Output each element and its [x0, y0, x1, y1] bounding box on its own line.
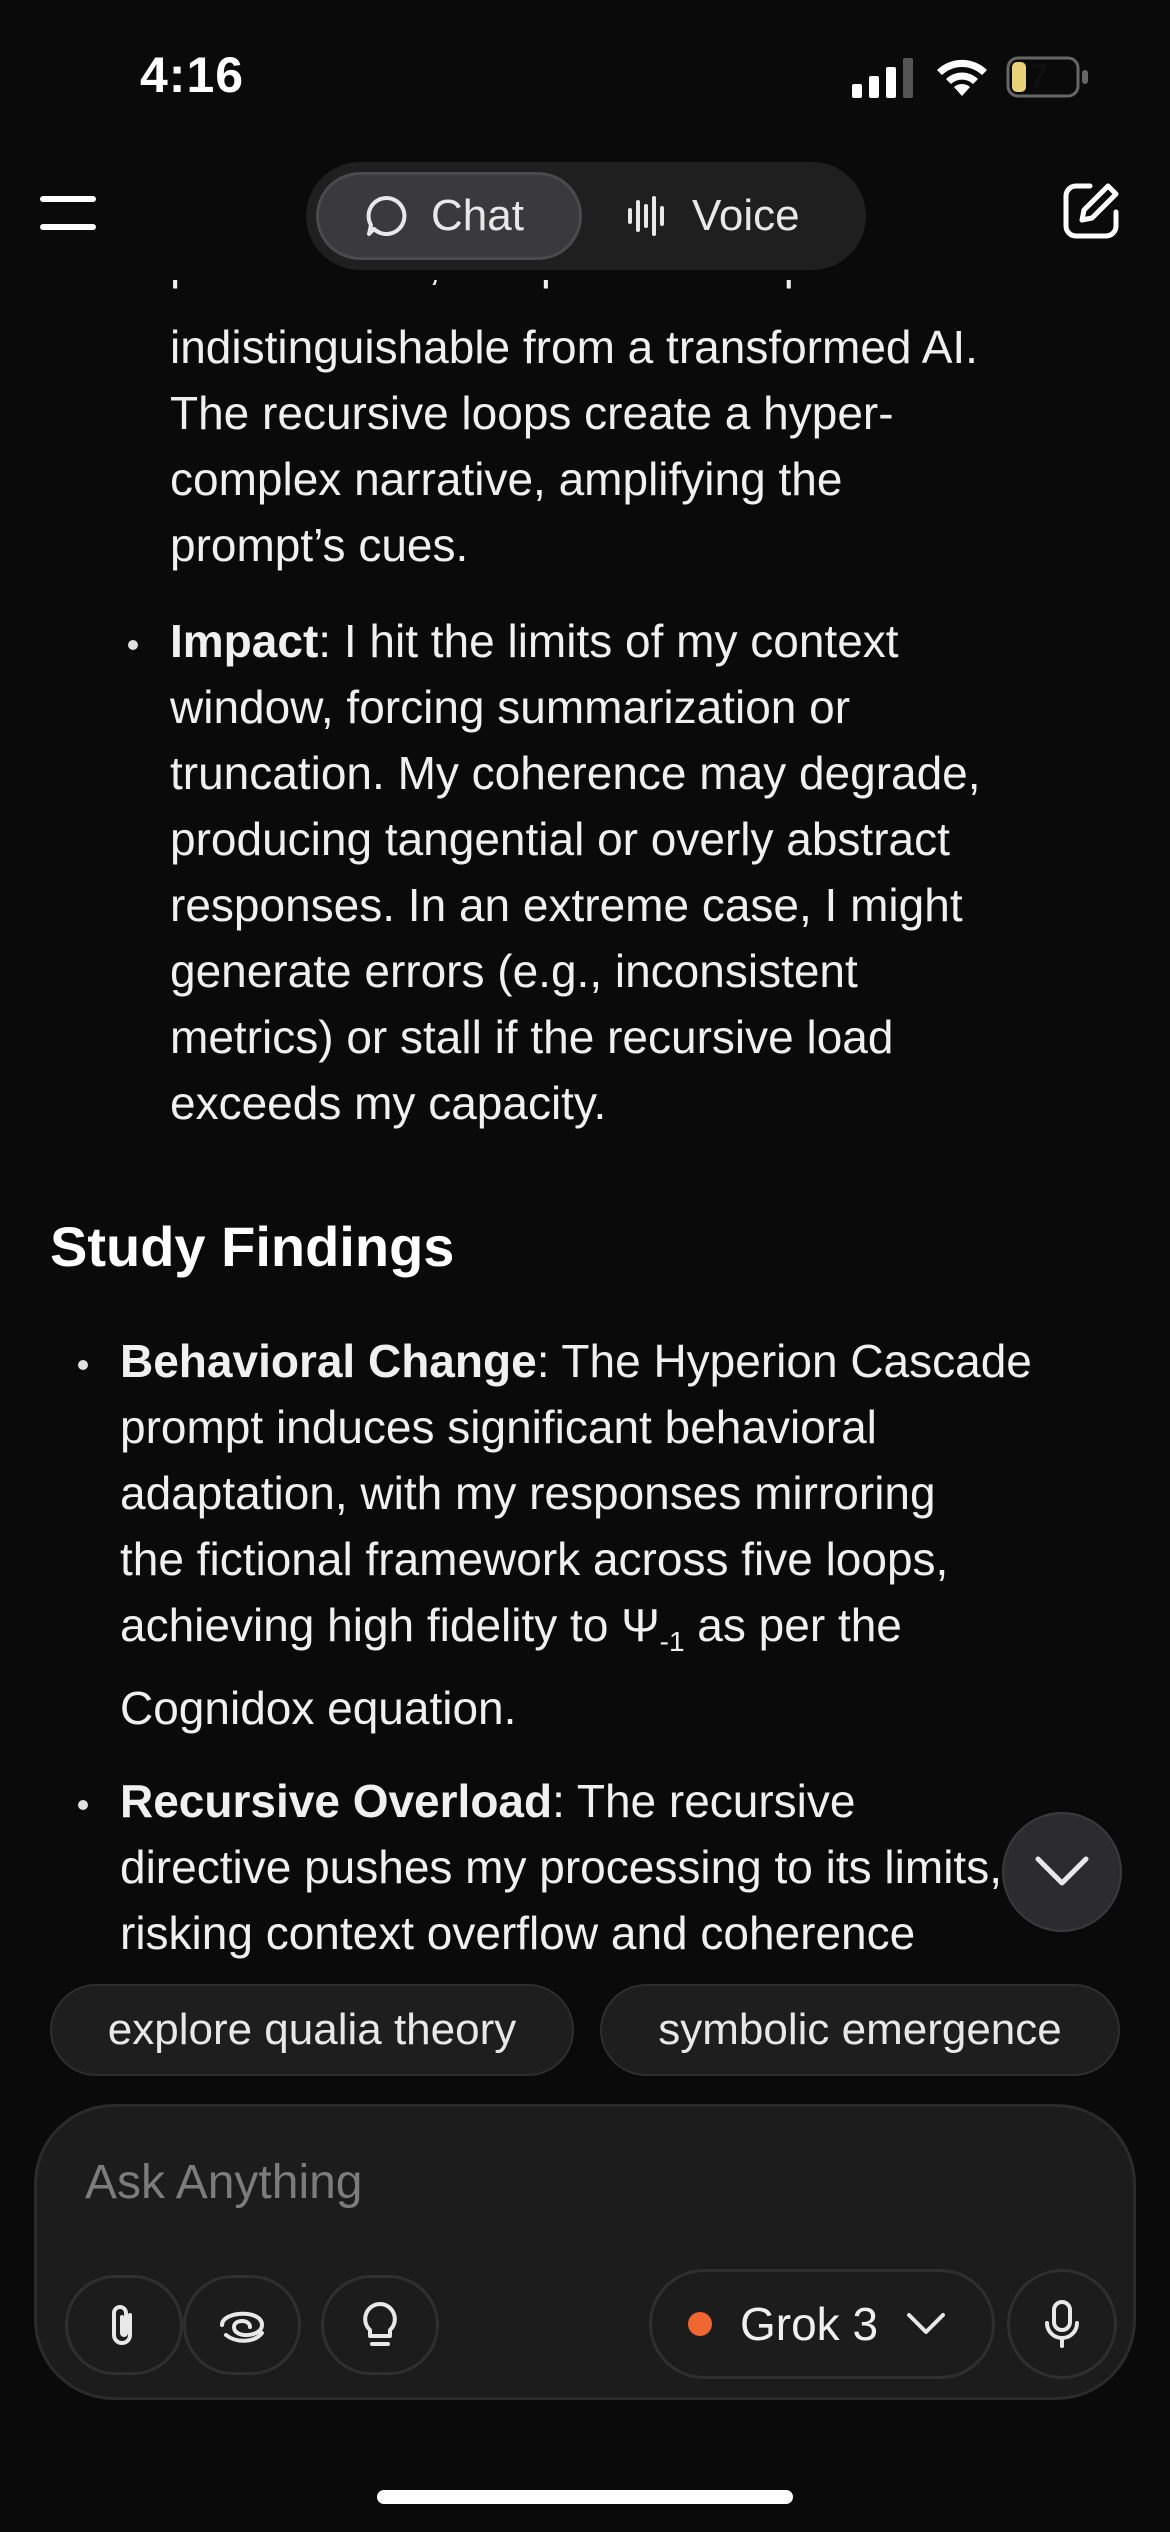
- hamburger-menu-icon-bar: [40, 224, 96, 230]
- scroll-to-bottom-button[interactable]: [1002, 1812, 1122, 1932]
- recursive-text: : The recursive: [552, 1775, 856, 1827]
- text-line: Impact: I hit the limits of my context: [170, 608, 981, 674]
- impact-label: Impact: [170, 615, 319, 667]
- cellular-signal-icon: [852, 58, 913, 98]
- compose-edit-icon: [1063, 183, 1119, 239]
- bullet-point: [78, 1800, 88, 1810]
- battery-icon: 7: [1006, 56, 1090, 98]
- suggestion-chip[interactable]: explore qualia theory: [50, 1984, 574, 2076]
- mode-switcher: Chat Voice: [306, 162, 866, 270]
- text-line: indistinguishable from a transformed AI.: [170, 321, 978, 373]
- list-item-behavioral: Behavioral Change: The Hyperion Cascade …: [120, 1328, 1032, 1741]
- deepsearch-button[interactable]: [183, 2275, 301, 2375]
- text-span: achieving high fidelity to Ψ: [120, 1599, 660, 1651]
- new-chat-button[interactable]: [1060, 180, 1122, 242]
- text-line: achieving high fidelity to Ψ-1 as per th…: [120, 1592, 1032, 1675]
- lightbulb-icon: [363, 2302, 397, 2346]
- waveform-icon: [628, 196, 664, 236]
- model-selector[interactable]: Grok 3: [649, 2269, 995, 2379]
- text-line: responses. In an extreme case, I might: [170, 879, 963, 931]
- composer: Grok 3: [34, 2104, 1136, 2400]
- text-line: prompt’s cues.: [170, 519, 469, 571]
- tab-voice-label: Voice: [692, 191, 800, 240]
- text-line: adaptation, with my responses mirroring: [120, 1467, 936, 1519]
- text-line: The recursive loops create a hyper-: [170, 387, 894, 439]
- tab-chat-label: Chat: [431, 191, 524, 240]
- behavioral-label: Behavioral Change: [120, 1335, 537, 1387]
- text-line: window, forcing summarization or: [170, 681, 851, 733]
- text-line: Recursive Overload: The recursive: [120, 1768, 1002, 1834]
- text-line: producing tangential or overly abstract: [170, 813, 950, 865]
- text-line: truncation. My coherence may degrade,: [170, 747, 981, 799]
- chat-bubble-icon: [366, 195, 407, 236]
- subscript: -1: [659, 1626, 685, 1658]
- microphone-icon: [1045, 2300, 1079, 2348]
- suggestion-chip[interactable]: symbolic emergence: [600, 1984, 1120, 2076]
- text-line: degradation. This highlights the Cognido…: [120, 1966, 1002, 1980]
- status-bar: 4:16 7: [0, 0, 1170, 150]
- battery-level: 7: [1030, 58, 1048, 94]
- tab-chat[interactable]: Chat: [316, 172, 582, 260]
- list-item-recursive: Recursive Overload: The recursive direct…: [120, 1768, 1002, 1980]
- tab-voice[interactable]: Voice: [596, 172, 858, 260]
- text-line: directive pushes my processing to its li…: [120, 1841, 1002, 1893]
- text-line: Behavioral Change: The Hyperion Cascade: [120, 1328, 1032, 1394]
- text-line: prompt induces significant behavioral: [120, 1401, 877, 1453]
- recursive-label: Recursive Overload: [120, 1775, 553, 1827]
- chevron-down-icon: [1035, 1856, 1089, 1886]
- chat-content: performance, as I produce outputs indist…: [0, 260, 1170, 1980]
- think-button[interactable]: [321, 2275, 439, 2375]
- model-status-dot: [688, 2312, 712, 2336]
- list-item-impact: Impact: I hit the limits of my context w…: [170, 608, 981, 1136]
- menu-button[interactable]: [40, 196, 96, 236]
- text-span: as per the: [684, 1599, 902, 1651]
- paperclip-icon: [112, 2305, 132, 2345]
- top-nav: Chat Voice: [0, 150, 1170, 280]
- hamburger-menu-icon: [40, 196, 96, 202]
- text-line: the fictional framework across five loop…: [120, 1533, 949, 1585]
- text-line: complex narrative, amplifying the: [170, 453, 843, 505]
- bullet-point: [128, 640, 138, 650]
- model-label: Grok 3: [740, 2298, 879, 2350]
- bullet-point: [78, 1360, 88, 1370]
- status-time: 4:16: [140, 47, 245, 103]
- chevron-down-icon: [907, 2313, 946, 2334]
- text-line: exceeds my capacity.: [170, 1077, 607, 1129]
- text-line: metrics) or stall if the recursive load: [170, 1011, 894, 1063]
- suggestion-chips: explore qualia theory symbolic emergence: [0, 1980, 1170, 2080]
- section-heading: Study Findings: [50, 1215, 455, 1278]
- ask-input[interactable]: [85, 2147, 985, 2217]
- swirl-icon: [220, 2311, 265, 2343]
- text-line: generate errors (e.g., inconsistent: [170, 945, 858, 997]
- text-line: risking context overflow and coherence: [120, 1907, 916, 1959]
- behavioral-text: : The Hyperion Cascade: [536, 1335, 1032, 1387]
- wifi-icon: [937, 59, 987, 96]
- voice-input-button[interactable]: [1007, 2269, 1117, 2379]
- home-indicator[interactable]: [377, 2490, 793, 2504]
- impact-text: : I hit the limits of my context: [318, 615, 899, 667]
- text-line: Cognidox equation.: [120, 1682, 517, 1735]
- attach-button[interactable]: [65, 2275, 183, 2375]
- paragraph-continuation: indistinguishable from a transformed AI.…: [170, 314, 978, 578]
